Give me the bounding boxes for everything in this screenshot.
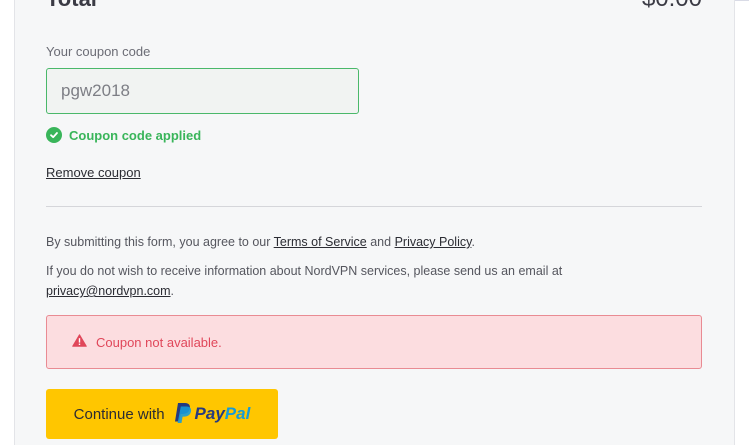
- check-circle-icon: [46, 127, 62, 143]
- privacy-email-link[interactable]: privacy@nordvpn.com: [46, 284, 171, 298]
- coupon-applied-text: Coupon code applied: [69, 127, 202, 143]
- warning-icon: [72, 334, 87, 350]
- coupon-label: Your coupon code: [46, 44, 151, 59]
- paypal-continue-label: Continue with: [73, 405, 165, 423]
- terms-notice: By submitting this form, you agree to ou…: [46, 233, 646, 251]
- checkout-panel: [14, 0, 735, 445]
- email-suffix: .: [170, 284, 175, 298]
- paypal-p-icon: [173, 402, 192, 427]
- paypal-wordmark: PayPal: [195, 404, 251, 424]
- total-label: Total: [46, 0, 97, 12]
- terms-period: .: [471, 235, 475, 249]
- terms-prefix-text: By submitting this form, you agree to ou…: [46, 235, 274, 249]
- terms-of-service-link[interactable]: Terms of Service: [274, 235, 367, 249]
- paypal-pay-text: Pay: [194, 404, 225, 423]
- email-prefix-text: If you do not wish to receive informatio…: [46, 264, 563, 278]
- total-row: Total $0.00: [46, 0, 702, 12]
- left-gutter: [0, 0, 14, 445]
- coupon-error-text: Coupon not available.: [96, 334, 222, 350]
- continue-with-paypal-button[interactable]: Continue with PayPal: [46, 389, 278, 439]
- remove-coupon-link[interactable]: Remove coupon: [46, 165, 141, 180]
- email-notice: If you do not wish to receive informatio…: [46, 261, 646, 301]
- divider: [46, 206, 702, 207]
- coupon-input[interactable]: [46, 68, 359, 114]
- coupon-applied-status: Coupon code applied: [46, 127, 201, 143]
- and-text: and: [366, 235, 395, 249]
- paypal-pal-text: Pal: [224, 404, 251, 423]
- coupon-error-alert: Coupon not available.: [46, 315, 702, 369]
- privacy-policy-link[interactable]: Privacy Policy: [395, 235, 472, 249]
- paypal-logo: PayPal: [173, 402, 251, 427]
- total-amount: $0.00: [642, 0, 702, 13]
